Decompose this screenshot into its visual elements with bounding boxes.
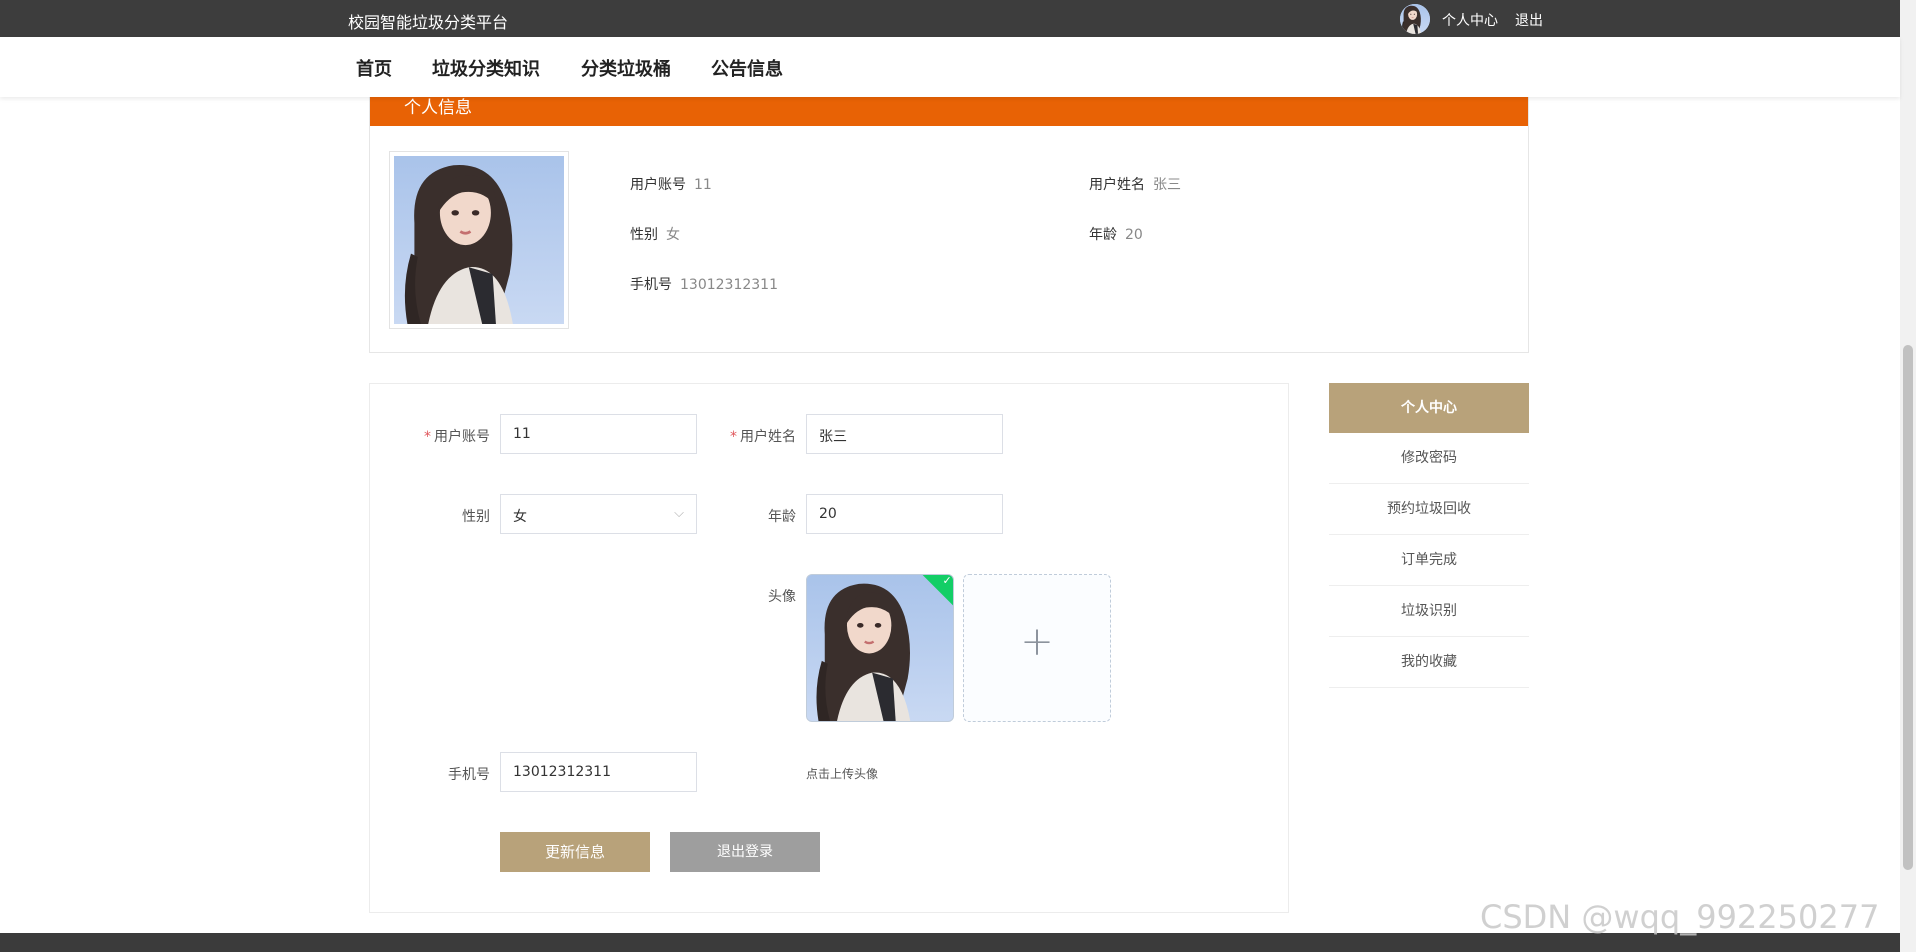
side-menu-favorites[interactable]: 我的收藏 bbox=[1329, 637, 1529, 688]
side-menu-book-recycling[interactable]: 预约垃圾回收 bbox=[1329, 484, 1529, 535]
top-bar: 校园智能垃圾分类平台 个人中心 退出 bbox=[0, 0, 1900, 37]
profile-phone-value: 13012312311 bbox=[680, 277, 778, 293]
profile-account: 用户账号 11 bbox=[630, 174, 712, 194]
upload-hint: 点击上传头像 bbox=[806, 767, 879, 781]
update-info-button[interactable]: 更新信息 bbox=[500, 832, 650, 872]
side-menu-completed-orders[interactable]: 订单完成 bbox=[1329, 535, 1529, 586]
gender-select[interactable]: 女 ⌵ bbox=[500, 494, 697, 534]
side-menu-garbage-recognition[interactable]: 垃圾识别 bbox=[1329, 586, 1529, 637]
site-title: 校园智能垃圾分类平台 bbox=[348, 13, 509, 32]
logout-link[interactable]: 退出 bbox=[1515, 10, 1543, 30]
side-menu-change-password[interactable]: 修改密码 bbox=[1329, 433, 1529, 484]
profile-name: 用户姓名 张三 bbox=[1089, 174, 1181, 194]
phone-input[interactable]: 13012312311 bbox=[500, 752, 697, 792]
check-icon: ✓ bbox=[942, 574, 952, 587]
logout-button[interactable]: 退出登录 bbox=[670, 832, 820, 872]
personal-center-link[interactable]: 个人中心 bbox=[1442, 10, 1498, 30]
account-field-label: * 用户账号 bbox=[424, 429, 490, 445]
profile-phone: 手机号 13012312311 bbox=[630, 274, 778, 294]
gender-select-value: 女 bbox=[513, 509, 527, 525]
name-field-label: * 用户姓名 bbox=[730, 429, 796, 445]
main-nav: 首页 垃圾分类知识 分类垃圾桶 公告信息 bbox=[0, 37, 1900, 97]
nav-item-knowledge[interactable]: 垃圾分类知识 bbox=[432, 55, 540, 81]
profile-gender-label: 性别 bbox=[630, 227, 658, 243]
profile-age-value: 20 bbox=[1125, 227, 1143, 243]
account-input[interactable]: 11 bbox=[500, 414, 697, 454]
required-mark: * bbox=[730, 429, 737, 445]
profile-age-label: 年龄 bbox=[1089, 227, 1117, 243]
side-menu: 个人中心 修改密码 预约垃圾回收 订单完成 垃圾识别 我的收藏 bbox=[1329, 383, 1529, 688]
profile-panel: 个人信息 用户账号 11 用户姓名 张三 性别女 年龄 20 手机号 130123123… bbox=[369, 80, 1529, 353]
watermark: CSDN @wqq_992250277 bbox=[1480, 898, 1880, 936]
profile-photo bbox=[389, 151, 569, 329]
age-input[interactable]: 20 bbox=[806, 494, 1003, 534]
scrollbar-thumb[interactable] bbox=[1903, 345, 1913, 870]
profile-name-value: 张三 bbox=[1153, 177, 1181, 193]
side-menu-personal-center[interactable]: 个人中心 bbox=[1329, 383, 1529, 433]
profile-phone-label: 手机号 bbox=[630, 277, 672, 293]
gender-field-label: 性别 bbox=[462, 509, 490, 525]
nav-item-notices[interactable]: 公告信息 bbox=[711, 55, 783, 81]
plus-icon: + bbox=[1020, 619, 1054, 665]
required-mark: * bbox=[424, 429, 431, 445]
edit-profile-form: * 用户账号 11 * 用户姓名 张三 性别 女 ⌵ 年龄 20 头像 ✓ + 点击… bbox=[369, 383, 1289, 913]
user-avatar[interactable] bbox=[1400, 4, 1430, 34]
profile-gender: 性别女 bbox=[630, 224, 680, 244]
profile-name-label: 用户姓名 bbox=[1089, 177, 1145, 193]
name-input[interactable]: 张三 bbox=[806, 414, 1003, 454]
uploaded-avatar[interactable]: ✓ bbox=[806, 574, 954, 722]
phone-field-label: 手机号 bbox=[448, 767, 490, 783]
profile-account-label: 用户账号 bbox=[630, 177, 686, 193]
profile-age: 年龄 20 bbox=[1089, 224, 1143, 244]
avatar-field-label: 头像 bbox=[768, 589, 796, 605]
nav-item-bins[interactable]: 分类垃圾桶 bbox=[581, 55, 671, 81]
avatar-upload-button[interactable]: + bbox=[963, 574, 1111, 722]
age-field-label: 年龄 bbox=[768, 509, 796, 525]
profile-gender-value: 女 bbox=[666, 227, 680, 243]
nav-item-home[interactable]: 首页 bbox=[356, 55, 392, 81]
profile-account-value: 11 bbox=[694, 177, 712, 193]
